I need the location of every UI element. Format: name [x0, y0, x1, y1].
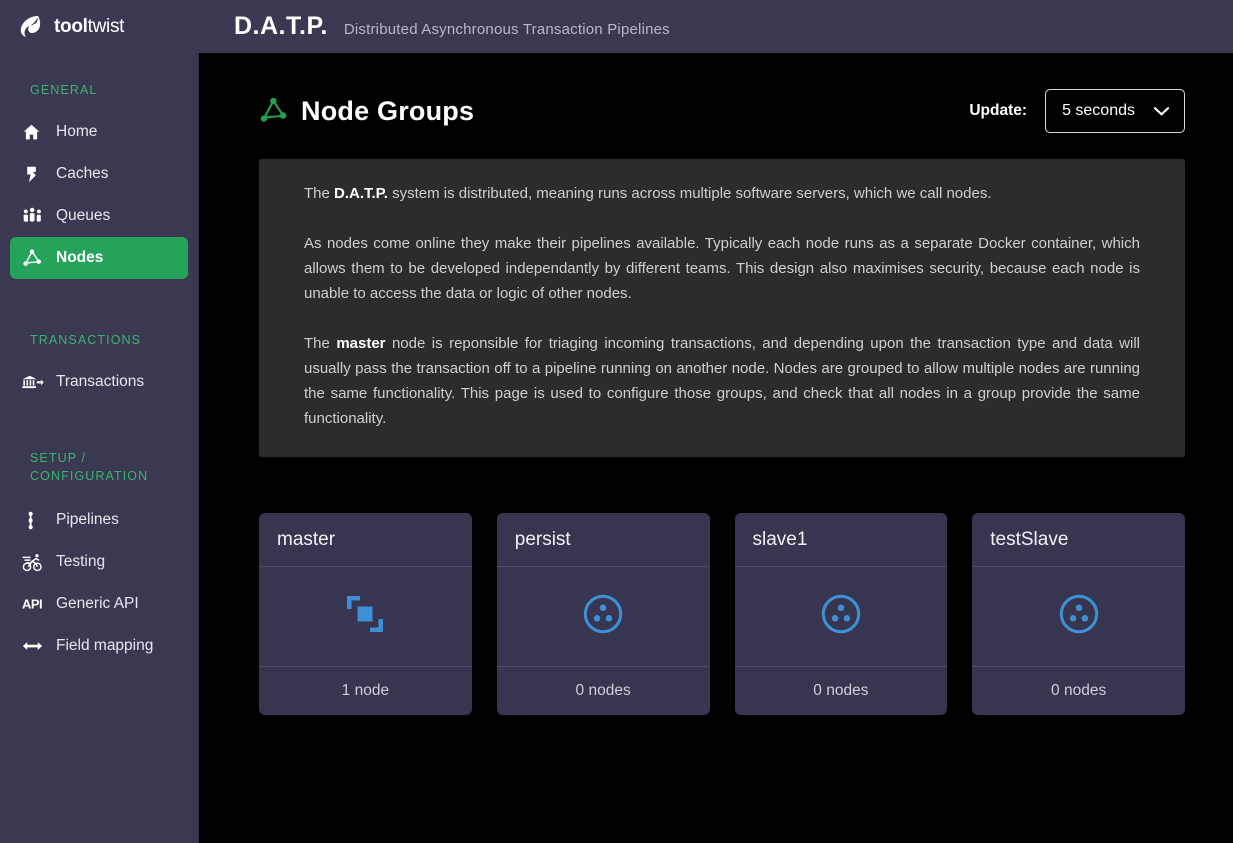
node-group-icon-area — [496, 567, 710, 667]
brand-title: D.A.T.P. — [234, 12, 328, 40]
sidebar-item-label: Pipelines — [56, 511, 119, 529]
info-panel: The D.A.T.P. system is distributed, mean… — [259, 159, 1185, 457]
pipeline-nodes-icon — [22, 509, 50, 531]
node-group-card[interactable]: slave1 0 nodes — [734, 513, 948, 715]
node-group-icon-area — [259, 567, 472, 667]
node-group-count: 0 nodes — [813, 682, 869, 699]
node-group-icon-area — [972, 567, 1185, 667]
sidebar-group-transactions: TRANSACTIONS Transactions — [0, 331, 198, 403]
sidebar-item-label: Field mapping — [56, 637, 154, 655]
node-graph-icon — [259, 96, 289, 126]
node-graph-icon — [22, 247, 50, 269]
brand-logo[interactable]: tooltwist — [18, 14, 198, 40]
app-root: tooltwist D.A.T.P. Distributed Asynchron… — [0, 0, 1233, 843]
node-group-card[interactable]: master 1 node — [259, 513, 472, 715]
node-groups-list: master 1 node persist 0 nodes slave1 0 n… — [199, 457, 1233, 715]
node-group-card[interactable]: persist 0 nodes — [496, 513, 710, 715]
info-p1-pre: The — [304, 185, 335, 202]
page-title-wrap: Node Groups — [259, 96, 474, 127]
sidebar-item-label: Caches — [56, 165, 109, 183]
sidebar-item-transactions[interactable]: Transactions — [10, 361, 188, 403]
circle-three-dots-icon — [581, 592, 625, 641]
info-p3-pre: The — [304, 335, 337, 352]
circle-three-dots-icon — [1057, 592, 1101, 641]
logo-text-regular: twist — [87, 15, 125, 37]
sidebar-item-nodes[interactable]: Nodes — [10, 237, 188, 279]
sidebar-item-pipelines[interactable]: Pipelines — [10, 499, 188, 541]
sidebar-group-setup: SETUP / CONFIGURATION Pipelines Testing … — [0, 449, 198, 667]
node-group-count: 0 nodes — [1051, 682, 1107, 699]
sidebar-section-title-transactions: TRANSACTIONS — [30, 333, 142, 347]
update-label: Update: — [969, 102, 1028, 119]
node-group-name: master — [259, 513, 472, 567]
body-row: GENERAL Home Caches Queues Nodes TRANSAC… — [0, 53, 1233, 843]
sidebar-item-label: Generic API — [56, 595, 139, 613]
node-group-name: slave1 — [734, 513, 948, 567]
chevron-down-icon — [1153, 105, 1170, 117]
top-bar: tooltwist D.A.T.P. Distributed Asynchron… — [0, 0, 1233, 53]
info-p1-bold: D.A.T.P. — [334, 185, 388, 202]
api-text-icon: API — [22, 593, 50, 615]
bank-transfer-icon — [22, 371, 50, 393]
left-right-arrow-icon — [22, 635, 50, 657]
brand-block: D.A.T.P. Distributed Asynchronous Transa… — [234, 12, 670, 41]
sidebar-section-title-setup: SETUP / CONFIGURATION — [30, 451, 149, 483]
sidebar-item-label: Queues — [56, 207, 111, 225]
update-interval-value: 5 seconds — [1062, 102, 1135, 119]
main-content: Node Groups Update: 5 seconds The D.A.T.… — [198, 53, 1233, 843]
brand-subtitle: Distributed Asynchronous Transaction Pip… — [343, 21, 670, 38]
home-icon — [22, 121, 50, 143]
node-group-name: testSlave — [972, 513, 1185, 567]
circle-three-dots-icon — [819, 592, 863, 641]
sidebar-item-home[interactable]: Home — [10, 111, 188, 153]
sidebar-item-field-mapping[interactable]: Field mapping — [10, 625, 188, 667]
cyclist-icon — [22, 551, 50, 573]
info-p1-post: system is distributed, meaning runs acro… — [387, 185, 992, 202]
info-p3-bold: master — [336, 335, 386, 352]
node-group-count: 1 node — [341, 682, 390, 699]
update-control: Update: 5 seconds — [969, 89, 1185, 133]
info-paragraph-2: As nodes come online they make their pip… — [304, 235, 1140, 302]
sidebar-item-generic-api[interactable]: API Generic API — [10, 583, 188, 625]
tooltwist-flame-logo-icon — [18, 14, 48, 40]
node-group-count: 0 nodes — [575, 682, 631, 699]
sidebar-section-title-general: GENERAL — [30, 83, 98, 97]
sidebar-item-caches[interactable]: Caches — [10, 153, 188, 195]
sidebar-item-label: Transactions — [56, 373, 145, 391]
logo-text-bold: tool — [54, 15, 88, 37]
clone-squares-icon — [342, 591, 388, 642]
sidebar: GENERAL Home Caches Queues Nodes TRANSAC… — [0, 53, 198, 843]
sidebar-item-testing[interactable]: Testing — [10, 541, 188, 583]
sidebar-item-label: Testing — [56, 553, 106, 571]
brand-logo-text: tooltwist — [54, 16, 124, 38]
info-p3-post: node is reponsible for triaging incoming… — [304, 335, 1141, 427]
node-group-card[interactable]: testSlave 0 nodes — [972, 513, 1185, 715]
lightning-bolt-icon — [22, 163, 50, 185]
update-interval-select[interactable]: 5 seconds — [1045, 89, 1185, 133]
sidebar-group-general: GENERAL Home Caches Queues Nodes — [0, 81, 198, 279]
page-title: Node Groups — [301, 95, 475, 126]
svg-text:API: API — [22, 596, 42, 611]
info-paragraph-3: The master node is reponsible for triagi… — [304, 331, 1140, 431]
people-queue-icon — [22, 205, 50, 227]
node-group-name: persist — [496, 513, 710, 567]
sidebar-item-label: Nodes — [56, 249, 104, 267]
page-header: Node Groups Update: 5 seconds — [199, 53, 1233, 133]
sidebar-item-queues[interactable]: Queues — [10, 195, 188, 237]
info-paragraph-1: The D.A.T.P. system is distributed, mean… — [304, 181, 1140, 206]
node-group-icon-area — [734, 567, 948, 667]
sidebar-item-label: Home — [56, 123, 98, 141]
